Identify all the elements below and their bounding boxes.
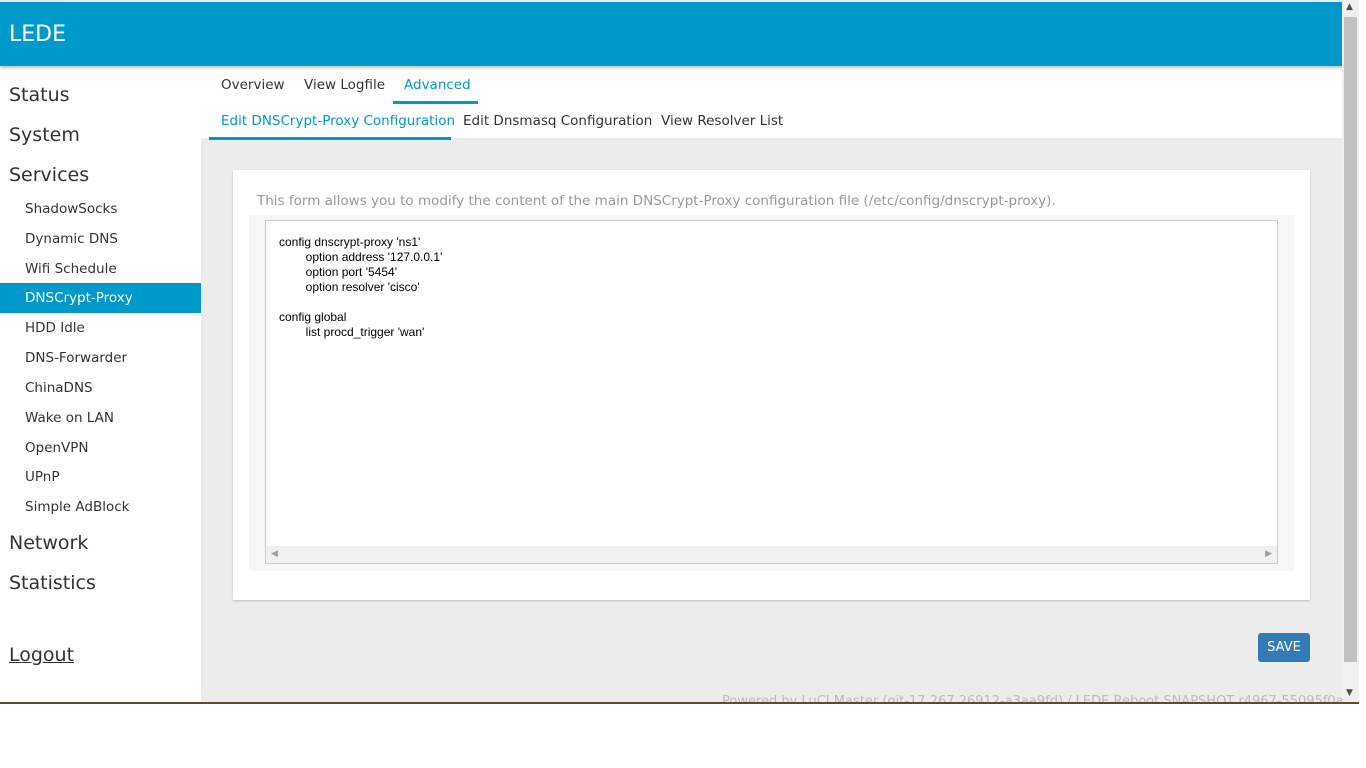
sidebar-item-chinadns[interactable]: ChinaDNS bbox=[0, 373, 201, 403]
sidebar-item-upnp[interactable]: UPnP bbox=[0, 462, 201, 492]
sidebar-item-wifi-schedule[interactable]: Wifi Schedule bbox=[0, 254, 201, 284]
active-subtab-underline bbox=[209, 137, 451, 140]
sidebar-item-openvpn[interactable]: OpenVPN bbox=[0, 433, 201, 463]
form-description: This form allows you to modify the conte… bbox=[257, 193, 1056, 209]
scroll-left-icon[interactable]: ◀ bbox=[271, 549, 278, 559]
tab-edit-dnscrypt-proxy-configuration[interactable]: Edit DNSCrypt-Proxy Configuration bbox=[221, 113, 455, 129]
sidebar-item-services[interactable]: Services bbox=[9, 164, 89, 186]
tab-overview[interactable]: Overview bbox=[221, 77, 285, 93]
tab-edit-dnsmasq-configuration[interactable]: Edit Dnsmasq Configuration bbox=[463, 113, 652, 129]
config-form-card: This form allows you to modify the conte… bbox=[233, 170, 1310, 600]
logout-link[interactable]: Logout bbox=[9, 644, 74, 666]
scroll-down-icon[interactable]: ▼ bbox=[1346, 688, 1353, 698]
scrollbar-thumb[interactable] bbox=[1344, 17, 1357, 662]
sidebar-item-dns-forwarder[interactable]: DNS-Forwarder bbox=[0, 343, 201, 373]
config-textarea[interactable]: config dnscrypt-proxy 'ns1' option addre… bbox=[265, 220, 1278, 564]
sidebar-item-statistics[interactable]: Statistics bbox=[9, 572, 96, 594]
sidebar-item-shadowsocks[interactable]: ShadowSocks bbox=[0, 194, 201, 224]
horizontal-scrollbar[interactable]: ◀ ▶ bbox=[266, 546, 1277, 563]
window-edge bbox=[0, 702, 1359, 704]
active-tab-underline bbox=[393, 101, 478, 104]
viewport: LEDE Status System Services ShadowSocks … bbox=[0, 0, 1342, 703]
tabs-bar: Overview View Logfile Advanced Edit DNSC… bbox=[201, 66, 1342, 140]
sidebar-item-dnscrypt-proxy[interactable]: DNSCrypt-Proxy bbox=[0, 283, 201, 313]
scroll-up-icon[interactable]: ▲ bbox=[1346, 2, 1353, 12]
brand-logo[interactable]: LEDE bbox=[9, 22, 66, 47]
header: LEDE bbox=[0, 2, 1342, 66]
sidebar-item-network[interactable]: Network bbox=[9, 532, 88, 554]
sidebar-item-wake-on-lan[interactable]: Wake on LAN bbox=[0, 403, 201, 433]
sidebar-item-status[interactable]: Status bbox=[9, 84, 70, 106]
sidebar-item-dynamic-dns[interactable]: Dynamic DNS bbox=[0, 224, 201, 254]
tab-view-resolver-list[interactable]: View Resolver List bbox=[661, 113, 783, 129]
sidebar-item-hdd-idle[interactable]: HDD Idle bbox=[0, 313, 201, 343]
editor-wrapper: config dnscrypt-proxy 'ns1' option addre… bbox=[249, 215, 1294, 571]
save-button[interactable]: SAVE bbox=[1258, 633, 1310, 662]
scroll-right-icon[interactable]: ▶ bbox=[1265, 549, 1272, 559]
config-content[interactable]: config dnscrypt-proxy 'ns1' option addre… bbox=[279, 235, 442, 340]
sidebar-item-simple-adblock[interactable]: Simple AdBlock bbox=[0, 492, 201, 522]
tab-advanced[interactable]: Advanced bbox=[404, 77, 471, 93]
sidebar: Status System Services ShadowSocks Dynam… bbox=[0, 66, 201, 703]
tab-view-logfile[interactable]: View Logfile bbox=[304, 77, 385, 93]
sidebar-item-system[interactable]: System bbox=[9, 124, 80, 146]
vertical-scrollbar[interactable]: ▲ ▼ bbox=[1342, 0, 1359, 703]
